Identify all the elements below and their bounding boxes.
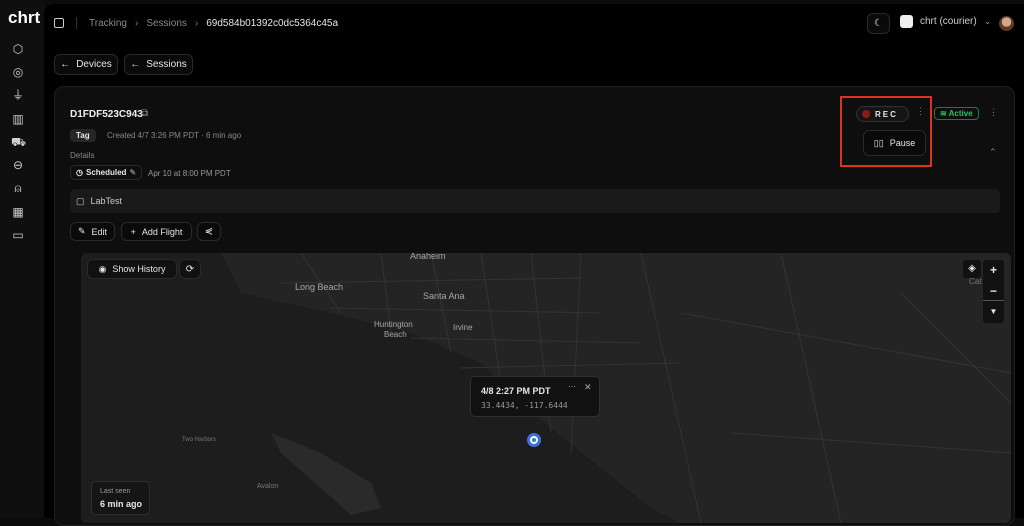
- map-label: Two Harbors: [182, 437, 217, 443]
- popup-more-icon[interactable]: ⋯: [568, 382, 576, 391]
- record-dot-icon: [862, 110, 870, 118]
- pencil-icon: ✎: [129, 168, 137, 177]
- user-icon[interactable]: ⍝: [11, 181, 25, 195]
- note-field[interactable]: ▢ LabTest: [70, 189, 1000, 213]
- device-marker[interactable]: [527, 433, 541, 447]
- pause-button[interactable]: ▯▯ Pause: [863, 130, 926, 156]
- app-logo[interactable]: chrt: [8, 8, 40, 28]
- sidebar: chrt ⬡ ◎ ⏚ ▥ ⛟ ⊖ ⍝ ▦ ▭: [0, 0, 44, 518]
- chevron-right-icon: ›: [134, 17, 139, 29]
- org-logo-icon: [900, 15, 913, 28]
- refresh-button[interactable]: ⟳: [179, 259, 201, 279]
- chevron-down-icon: ⌄: [983, 16, 992, 26]
- eye-icon: ◉: [98, 263, 107, 274]
- rec-more-icon[interactable]: ⋮: [916, 106, 925, 117]
- layers-icon: ◈: [968, 263, 976, 274]
- pencil-icon: ✎: [77, 226, 86, 236]
- schedule-status-button[interactable]: ◷ Scheduled ✎: [70, 165, 143, 180]
- last-seen-box: Last seen 6 min ago: [91, 481, 150, 515]
- breadcrumb-tracking[interactable]: Tracking: [89, 18, 127, 29]
- clock-icon: ◷: [76, 168, 83, 177]
- location-popup: 4/8 2:27 PM PDT 33.4434, -117.6444 ⋯ ✕: [470, 376, 600, 417]
- compass-button[interactable]: ▼: [983, 301, 1004, 322]
- created-text: Created 4/7 3:26 PM PDT · 6 min ago: [107, 131, 242, 140]
- add-flight-button[interactable]: + Add Flight: [121, 222, 192, 241]
- note-text: LabTest: [90, 196, 123, 206]
- back-sessions-button[interactable]: ← Sessions: [124, 54, 193, 75]
- map-label: Irvine: [453, 323, 473, 332]
- chevron-right-icon: ›: [194, 17, 199, 29]
- last-seen-value: 6 min ago: [100, 499, 143, 509]
- zoom-in-button[interactable]: +: [983, 260, 1004, 281]
- popup-time: 4/8 2:27 PM PDT: [481, 386, 551, 396]
- moon-icon: ☾: [874, 18, 883, 29]
- theme-toggle-button[interactable]: ☾: [867, 13, 890, 34]
- zoom-controls: + − ▼: [983, 260, 1004, 323]
- account-name: chrt (courier): [920, 16, 977, 27]
- pause-icon: ▯▯: [873, 137, 884, 148]
- sessions-label: Sessions: [146, 59, 187, 70]
- divider: [76, 17, 77, 29]
- show-history-button[interactable]: ◉ Show History: [87, 259, 177, 279]
- edit-button[interactable]: ✎ Edit: [70, 222, 115, 241]
- breadcrumb-sessions[interactable]: Sessions: [146, 18, 187, 29]
- map-label: Santa Ana: [423, 291, 465, 301]
- arrow-left-icon: ←: [130, 59, 141, 70]
- packages-icon[interactable]: ⬡: [11, 42, 25, 56]
- copy-icon[interactable]: ⧉: [141, 108, 148, 119]
- account-switcher[interactable]: chrt (courier) ⌄: [900, 15, 991, 28]
- map-label: Huntington: [374, 320, 413, 329]
- truck-icon[interactable]: ⛟: [11, 135, 26, 149]
- map-label: Anaheim: [410, 253, 446, 261]
- table-icon[interactable]: ▦: [11, 205, 25, 219]
- back-devices-button[interactable]: ← Devices: [54, 54, 118, 75]
- avatar[interactable]: [999, 16, 1014, 31]
- billing-icon[interactable]: ▭: [11, 228, 25, 242]
- collapse-chevron-icon[interactable]: ⌃: [989, 147, 997, 158]
- link-icon[interactable]: ⊖: [11, 158, 25, 172]
- analytics-icon[interactable]: ▥: [11, 112, 25, 126]
- layers-button[interactable]: ◈: [963, 260, 981, 278]
- map-label: Long Beach: [295, 282, 344, 292]
- status-badge: ≋ Active: [934, 107, 979, 120]
- share-icon: ⋞: [204, 226, 214, 237]
- main-area: Tracking › Sessions › 69d584b01392c0dc5364…: [44, 4, 1024, 526]
- schedule-time: Apr 10 at 8:00 PM PDT: [148, 169, 231, 178]
- tag-badge: Tag: [70, 129, 96, 142]
- rec-indicator[interactable]: REC: [856, 106, 909, 122]
- map-label: Cat: [969, 277, 982, 286]
- status-more-icon[interactable]: ⋮: [989, 107, 998, 118]
- popup-close-icon[interactable]: ✕: [584, 382, 592, 393]
- session-card: D1FDF523C943 ⧉ Tag Created 4/7 3:26 PM P…: [54, 86, 1015, 526]
- popup-coords: 33.4434, -117.6444: [481, 401, 568, 410]
- zoom-out-button[interactable]: −: [983, 281, 1004, 301]
- map[interactable]: Anaheim Long Beach Santa Ana Huntington …: [81, 253, 1011, 523]
- breadcrumb-session-id: 69d584b01392c0dc5364c45a: [206, 17, 339, 29]
- wifi-icon: ≋: [940, 109, 947, 118]
- location-icon[interactable]: ◎: [11, 65, 25, 79]
- last-seen-label: Last seen: [100, 488, 131, 495]
- details-label: Details: [70, 151, 95, 160]
- plus-icon: +: [130, 226, 136, 237]
- share-button[interactable]: ⋞: [197, 222, 221, 241]
- map-label: Avalon: [257, 483, 279, 490]
- sidebar-toggle-icon[interactable]: [54, 18, 64, 28]
- devices-label: Devices: [76, 59, 112, 70]
- plug-icon[interactable]: ⏚: [11, 88, 25, 102]
- arrow-left-icon: ←: [60, 59, 71, 70]
- comment-icon: ▢: [76, 195, 85, 206]
- refresh-icon: ⟳: [185, 263, 195, 275]
- device-id: D1FDF523C943: [70, 109, 143, 120]
- map-label: Beach: [384, 330, 407, 339]
